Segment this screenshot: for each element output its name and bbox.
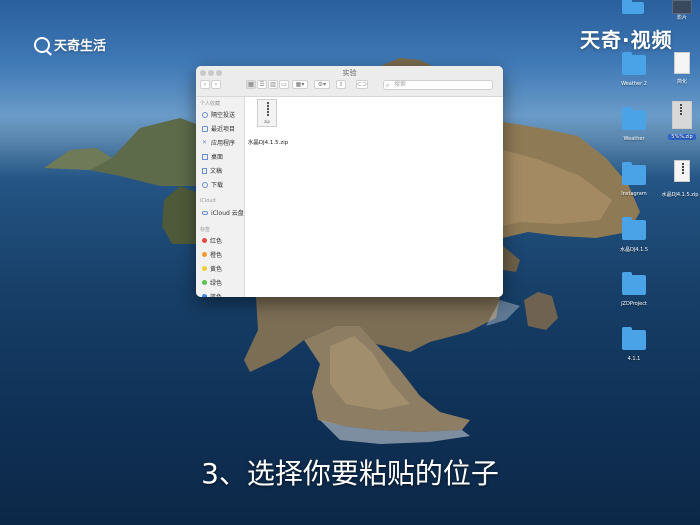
sidebar-item-desktop[interactable]: 桌面 bbox=[202, 152, 223, 161]
folder-icon bbox=[622, 272, 646, 295]
sidebar-header-icloud: iCloud bbox=[200, 198, 216, 204]
sidebar-item-label: 蓝色 bbox=[210, 292, 222, 297]
window-title: 实验 bbox=[342, 69, 357, 77]
zip-file-icon bbox=[674, 160, 690, 182]
group-menu-button[interactable]: ▦▾ bbox=[292, 80, 308, 89]
sidebar-item-tag-blue[interactable]: 蓝色 bbox=[202, 292, 222, 297]
clock-icon bbox=[202, 125, 208, 132]
search-placeholder: 搜索 bbox=[394, 81, 407, 88]
tag-dot-icon bbox=[202, 266, 207, 271]
desktop-icon-label: 简化 bbox=[676, 79, 687, 85]
download-icon bbox=[202, 181, 208, 188]
sidebar-item-label: 隔空投送 bbox=[211, 112, 236, 119]
video-subtitle: 3、选择你要粘贴的位子 bbox=[201, 457, 499, 490]
desktop-icon-label: Weather 2 bbox=[621, 81, 647, 87]
tag-dot-icon bbox=[202, 280, 207, 285]
sidebar-item-label: 文稿 bbox=[210, 168, 223, 175]
list-view-button[interactable]: ☰ bbox=[257, 80, 267, 89]
sidebar-item-icloud-drive[interactable]: iCloud 云盘 bbox=[202, 208, 244, 217]
tag-dot-icon bbox=[202, 238, 207, 243]
finder-sidebar: 个人收藏 隔空投送 最近项目 ✕ 应用程序 桌面 文稿 下载 iCloud iC… bbox=[196, 97, 245, 297]
sidebar-item-applications[interactable]: ✕ 应用程序 bbox=[202, 138, 235, 147]
icon-view-button[interactable]: ▦ bbox=[246, 80, 256, 89]
sidebar-item-downloads[interactable]: 下载 bbox=[202, 180, 223, 189]
brand-watermark-right: 天奇·视频 bbox=[580, 28, 673, 52]
brand-watermark-left: 天奇生活 bbox=[34, 35, 106, 54]
folder-icon bbox=[622, 217, 646, 240]
cloud-icon bbox=[202, 210, 208, 215]
sidebar-item-tag-orange[interactable]: 橙色 bbox=[202, 250, 222, 259]
sidebar-item-label: 黄色 bbox=[210, 266, 223, 273]
sidebar-item-label: 绿色 bbox=[210, 280, 223, 287]
desktop-icon bbox=[202, 153, 208, 160]
desktop-icon-label: 水晶DJ4.1.5.zip bbox=[661, 192, 699, 198]
folder-icon bbox=[622, 162, 646, 185]
document-icon bbox=[674, 52, 690, 74]
desktop-wallpaper: 天奇生活 天奇·视频 实验 ‹ › ▦ ☰ ▥ ▭ ▦▾ ⚙▾ ⇧ ⊂⊃ ⌕ 搜… bbox=[0, 0, 700, 525]
tag-dot-icon bbox=[202, 294, 207, 297]
desktop-icon-label: 5%%.zip bbox=[668, 134, 696, 140]
brand-logo-icon bbox=[34, 36, 50, 53]
sidebar-header-favorites: 个人收藏 bbox=[200, 101, 221, 107]
zip-file-icon[interactable]: zip bbox=[257, 99, 277, 127]
file-name[interactable]: 水晶DJ4.1.5.zip bbox=[245, 138, 291, 146]
airdrop-icon bbox=[202, 111, 208, 118]
zipper-icon bbox=[682, 163, 684, 174]
sidebar-item-label: 橙色 bbox=[210, 252, 223, 259]
tag-button[interactable]: ⊂⊃ bbox=[356, 80, 368, 89]
finder-content-area[interactable]: zip 水晶DJ4.1.5.zip bbox=[245, 97, 503, 297]
applications-icon: ✕ bbox=[202, 138, 208, 146]
document-icon bbox=[202, 167, 207, 174]
back-button[interactable]: ‹ bbox=[200, 80, 210, 89]
zipper-icon bbox=[267, 102, 269, 116]
desktop-icon-label: 影片 bbox=[676, 15, 687, 21]
sidebar-item-label: 应用程序 bbox=[211, 140, 236, 147]
finder-titlebar[interactable]: 实验 ‹ › ▦ ☰ ▥ ▭ ▦▾ ⚙▾ ⇧ ⊂⊃ ⌕ 搜索 bbox=[196, 66, 503, 97]
brand-watermark-left-text: 天奇生活 bbox=[54, 39, 107, 54]
sidebar-item-label: 下载 bbox=[211, 182, 224, 189]
action-gear-button[interactable]: ⚙▾ bbox=[314, 80, 330, 89]
finder-window[interactable]: 实验 ‹ › ▦ ☰ ▥ ▭ ▦▾ ⚙▾ ⇧ ⊂⊃ ⌕ 搜索 个人收藏 隔空投送 bbox=[196, 66, 503, 297]
sidebar-item-recents[interactable]: 最近项目 bbox=[202, 124, 235, 133]
folder-icon bbox=[622, 52, 646, 75]
forward-button[interactable]: › bbox=[211, 80, 221, 89]
gallery-view-button[interactable]: ▭ bbox=[279, 80, 289, 89]
sidebar-item-airdrop[interactable]: 隔空投送 bbox=[202, 110, 235, 119]
sidebar-item-tag-red[interactable]: 红色 bbox=[202, 236, 222, 245]
tag-dot-icon bbox=[202, 252, 207, 257]
desktop-icon-label: 4.1.1 bbox=[627, 356, 641, 362]
sidebar-item-documents[interactable]: 文稿 bbox=[202, 166, 222, 175]
sidebar-item-tag-yellow[interactable]: 黄色 bbox=[202, 264, 222, 273]
folder-icon bbox=[622, 107, 646, 130]
sidebar-item-label: 最近项目 bbox=[211, 126, 236, 133]
share-button[interactable]: ⇧ bbox=[336, 80, 346, 89]
movies-thumbnail-icon bbox=[672, 0, 692, 14]
desktop-icon-label: Weather bbox=[623, 136, 645, 142]
sidebar-item-label: 红色 bbox=[210, 238, 223, 245]
desktop-icon-label: Instagram bbox=[621, 191, 647, 197]
desktop-icon-label: JZDProject bbox=[621, 301, 647, 307]
search-icon: ⌕ bbox=[386, 82, 390, 89]
sidebar-item-label: 桌面 bbox=[211, 154, 224, 161]
zipper-icon bbox=[680, 104, 682, 115]
column-view-button[interactable]: ▥ bbox=[268, 80, 278, 89]
search-input[interactable]: ⌕ 搜索 bbox=[383, 80, 493, 90]
folder-icon bbox=[622, 327, 646, 350]
sidebar-header-tags: 标签 bbox=[200, 227, 211, 233]
sidebar-item-label: iCloud 云盘 bbox=[211, 210, 244, 217]
folder-icon bbox=[622, 0, 644, 14]
sidebar-item-tag-green[interactable]: 绿色 bbox=[202, 278, 222, 287]
desktop-icon-label: 水晶DJ4.1.5 bbox=[619, 247, 649, 253]
file-extension-label: zip bbox=[264, 119, 270, 124]
zip-file-icon bbox=[672, 101, 692, 129]
